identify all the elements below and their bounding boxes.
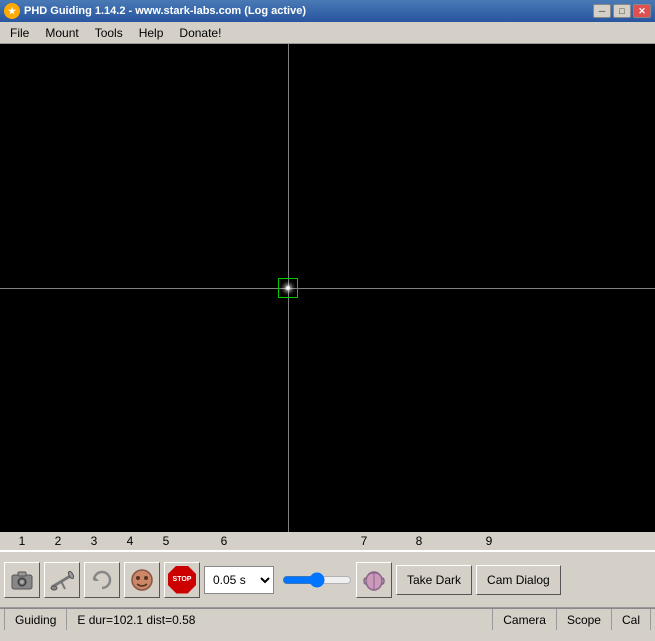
status-scope: Scope (557, 609, 612, 630)
btn-num-8: 8 (384, 534, 454, 548)
btn-num-1: 1 (4, 534, 40, 548)
title-bar: ★ PHD Guiding 1.14.2 - www.stark-labs.co… (0, 0, 655, 22)
close-button[interactable]: ✕ (633, 4, 651, 18)
stop-icon: STOP (168, 566, 196, 594)
loop-icon (90, 568, 114, 592)
status-cal: Cal (612, 609, 651, 630)
status-info: E dur=102.1 dist=0.58 (67, 609, 493, 630)
status-camera: Camera (493, 609, 557, 630)
telescope-button[interactable] (44, 562, 80, 598)
menu-tools[interactable]: Tools (87, 24, 131, 42)
brain-button[interactable] (356, 562, 392, 598)
title-controls[interactable]: ─ □ ✕ (593, 4, 651, 18)
minimize-button[interactable]: ─ (593, 4, 611, 18)
loop-button[interactable] (84, 562, 120, 598)
menu-file[interactable]: File (2, 24, 37, 42)
btn-num-5: 5 (148, 534, 184, 548)
menu-donate[interactable]: Donate! (171, 24, 229, 42)
brain-icon (361, 567, 387, 593)
cam-dialog-button[interactable]: Cam Dialog (476, 565, 561, 595)
btn-num-3: 3 (76, 534, 112, 548)
window-title: PHD Guiding 1.14.2 - www.stark-labs.com … (24, 5, 306, 17)
star-box (278, 278, 298, 298)
gain-slider[interactable] (282, 570, 352, 590)
app-icon: ★ (4, 3, 20, 19)
main-view (0, 44, 655, 532)
exposure-group[interactable]: 0.01 s 0.02 s 0.05 s 0.1 s 0.25 s 0.5 s … (204, 562, 274, 598)
menu-mount[interactable]: Mount (37, 24, 86, 42)
status-bar: Guiding E dur=102.1 dist=0.58 Camera Sco… (0, 608, 655, 630)
btn-num-6: 6 (184, 534, 264, 548)
crosshair-horizontal (0, 288, 655, 289)
toolbar-numbers: 1 2 3 4 5 6 7 8 9 (0, 532, 655, 550)
exposure-select[interactable]: 0.01 s 0.02 s 0.05 s 0.1 s 0.25 s 0.5 s … (204, 566, 274, 594)
status-guiding: Guiding (4, 609, 67, 630)
title-left: ★ PHD Guiding 1.14.2 - www.stark-labs.co… (4, 3, 306, 19)
camera-button[interactable] (4, 562, 40, 598)
telescope-icon (49, 567, 75, 593)
stop-button[interactable]: STOP (164, 562, 200, 598)
face-icon (129, 567, 155, 593)
camera-icon (10, 569, 34, 591)
take-dark-button[interactable]: Take Dark (396, 565, 472, 595)
btn-num-4: 4 (112, 534, 148, 548)
menu-help[interactable]: Help (131, 24, 172, 42)
star-select-button[interactable] (124, 562, 160, 598)
menu-bar: File Mount Tools Help Donate! (0, 22, 655, 44)
btn-num-2: 2 (40, 534, 76, 548)
star-dot (286, 286, 290, 290)
btn-num-7: 7 (344, 534, 384, 548)
maximize-button[interactable]: □ (613, 4, 631, 18)
slider-group (282, 570, 352, 590)
btn-num-9: 9 (454, 534, 524, 548)
toolbar: STOP 0.01 s 0.02 s 0.05 s 0.1 s 0.25 s 0… (0, 550, 655, 608)
